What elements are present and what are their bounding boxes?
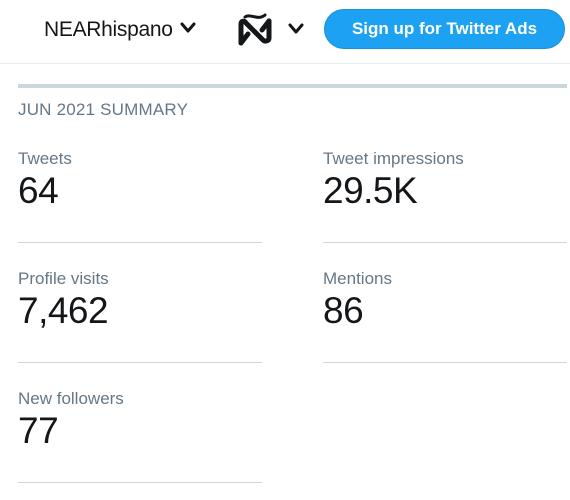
metric-tweets: Tweets 64	[18, 149, 262, 269]
signup-twitter-ads-button[interactable]: Sign up for Twitter Ads	[324, 9, 565, 49]
metric-label: Profile visits	[18, 269, 109, 288]
account-switcher[interactable]: NEARhispano	[44, 16, 196, 44]
section-divider	[18, 84, 567, 88]
top-bar: NEARhispano Sign up for Twitter Ads	[0, 0, 570, 64]
chevron-down-icon[interactable]	[288, 22, 304, 40]
metric-divider	[323, 362, 567, 363]
metric-divider	[18, 242, 262, 243]
metric-divider	[18, 482, 262, 483]
metric-mentions: Mentions 86	[323, 269, 567, 389]
metric-label: New followers	[18, 389, 124, 408]
metric-value: 7,462	[18, 290, 109, 331]
metric-value: 86	[323, 290, 364, 331]
metric-label: Tweet impressions	[323, 149, 464, 168]
metric-value: 77	[18, 410, 59, 451]
account-name: NEARhispano	[44, 18, 173, 41]
metric-new-followers: New followers 77	[18, 389, 262, 500]
metric-profile-visits: Profile visits 7,462	[18, 269, 262, 389]
metric-label: Tweets	[18, 149, 72, 168]
metric-value: 64	[18, 170, 59, 211]
metric-divider	[18, 362, 262, 363]
near-hispano-logo[interactable]	[236, 10, 274, 46]
chevron-down-icon	[180, 21, 196, 39]
metric-tweet-impressions: Tweet impressions 29.5K	[323, 149, 567, 269]
metric-value: 29.5K	[323, 170, 418, 211]
summary-title: JUN 2021 SUMMARY	[18, 100, 189, 119]
metric-label: Mentions	[323, 269, 392, 288]
metric-divider	[323, 242, 567, 243]
